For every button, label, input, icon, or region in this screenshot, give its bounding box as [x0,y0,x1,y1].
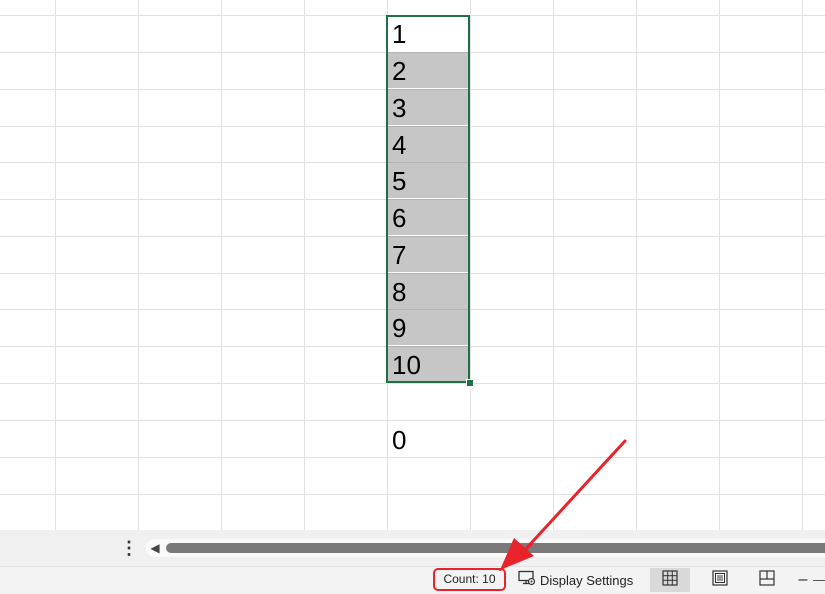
scrollbar-thumb[interactable] [166,543,825,553]
monitor-gear-icon [518,570,536,592]
spreadsheet-grid[interactable]: 1 2 3 4 5 6 7 8 9 10 0 [0,0,825,530]
count-status[interactable]: Count: 10 [433,568,506,591]
cell-selected-active[interactable]: 1 [387,16,470,52]
row-gridline [0,494,825,495]
triangle-left-icon[interactable]: ◀ [148,539,162,557]
column-gridline [470,0,471,530]
page-layout-icon [712,569,728,591]
grid-icon [662,569,678,591]
column-gridline [55,0,56,530]
cell-selected[interactable]: 3 [387,89,470,125]
column-gridline [221,0,222,530]
column-gridline [553,0,554,530]
zoom-slider[interactable] [813,580,825,581]
cell-selected[interactable]: 10 [387,346,470,382]
row-gridline [0,420,825,421]
column-gridline [304,0,305,530]
normal-view-button[interactable] [650,568,690,592]
zoom-out-button[interactable]: – [796,568,810,592]
cell-selected[interactable]: 8 [387,273,470,309]
column-gridline [138,0,139,530]
cell-selected[interactable]: 2 [387,52,470,88]
page-layout-view-button[interactable] [700,568,740,592]
cell-selected[interactable]: 7 [387,236,470,272]
column-gridline [802,0,803,530]
cell-selected[interactable]: 6 [387,199,470,235]
cell-selected[interactable]: 9 [387,309,470,345]
row-gridline [0,457,825,458]
fill-handle[interactable] [466,379,474,387]
display-settings-label: Display Settings [540,573,634,588]
display-settings-button[interactable]: Display Settings [518,570,634,592]
cell-selected[interactable]: 4 [387,126,470,162]
column-gridline [719,0,720,530]
result-cell[interactable]: 0 [392,422,406,458]
page-break-preview-button[interactable] [747,568,787,592]
column-gridline [636,0,637,530]
row-gridline [0,383,825,384]
vertical-dots-icon[interactable]: ⋮ [120,538,138,558]
page-break-icon [759,569,775,591]
cell-selected[interactable]: 5 [387,162,470,198]
